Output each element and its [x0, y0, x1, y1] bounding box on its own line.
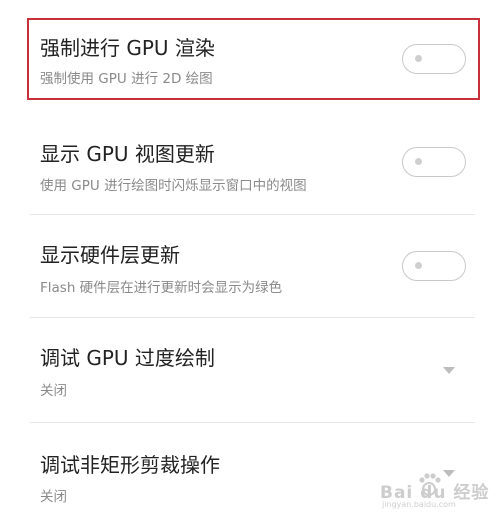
toggle-switch-show-gpu-view-updates[interactable]: [402, 147, 466, 177]
watermark-url: jingyan.baidu.com: [382, 500, 456, 509]
setting-title: 调试 GPU 过度绘制: [40, 346, 215, 370]
toggle-knob: [415, 158, 422, 165]
toggle-switch-show-hardware-layer-updates[interactable]: [402, 251, 466, 281]
setting-row-show-gpu-view-updates[interactable]: 显示 GPU 视图更新 使用 GPU 进行绘图时闪烁显示窗口中的视图: [0, 118, 500, 214]
setting-title: 强制进行 GPU 渲染: [40, 36, 215, 60]
setting-row-force-gpu-rendering[interactable]: 强制进行 GPU 渲染 强制使用 GPU 进行 2D 绘图: [0, 18, 500, 100]
setting-row-debug-gpu-overdraw[interactable]: 调试 GPU 过度绘制 关闭: [0, 318, 500, 422]
setting-subtitle: 强制使用 GPU 进行 2D 绘图: [40, 71, 213, 87]
toggle-knob: [415, 55, 422, 62]
developer-options-screen: 强制进行 GPU 渲染 强制使用 GPU 进行 2D 绘图 显示 GPU 视图更…: [0, 0, 500, 522]
setting-subtitle: 关闭: [40, 489, 67, 505]
toggle-switch-force-gpu-rendering[interactable]: [402, 44, 466, 74]
toggle-knob: [415, 262, 422, 269]
setting-subtitle: 关闭: [40, 383, 67, 399]
setting-row-show-hardware-layer-updates[interactable]: 显示硬件层更新 Flash 硬件层在进行更新时会显示为绿色: [0, 215, 500, 317]
dropdown-arrow-icon[interactable]: [440, 364, 458, 376]
baidu-jingyan-watermark: Bai du 经验 jingyan.baidu.com: [370, 468, 490, 510]
setting-title: 显示硬件层更新: [40, 243, 180, 267]
setting-title: 显示 GPU 视图更新: [40, 142, 215, 166]
setting-subtitle: 使用 GPU 进行绘图时闪烁显示窗口中的视图: [40, 178, 307, 194]
setting-title: 调试非矩形剪裁操作: [40, 453, 220, 477]
setting-subtitle: Flash 硬件层在进行更新时会显示为绿色: [40, 280, 283, 296]
